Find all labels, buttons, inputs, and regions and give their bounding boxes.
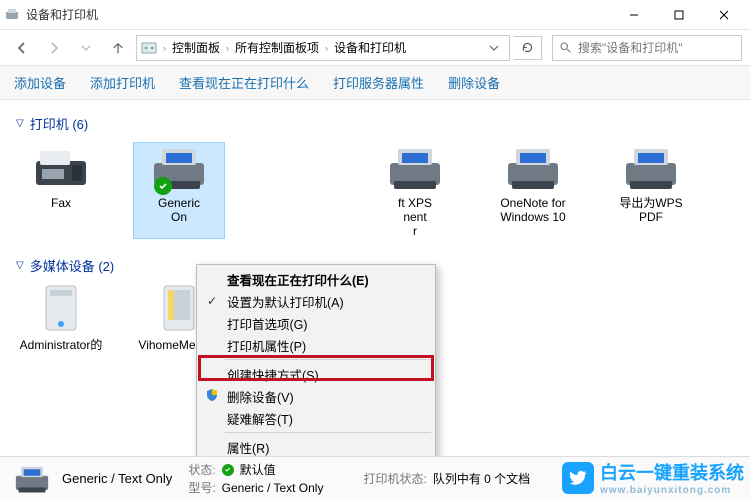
device-onenote[interactable]: OneNote for Windows 10 (488, 143, 578, 238)
chevron-right-icon: › (226, 43, 229, 53)
chevron-right-icon: › (325, 43, 328, 53)
printer-icon (12, 462, 52, 496)
cmd-see-printing[interactable]: 查看现在正在打印什么 (179, 73, 309, 92)
close-button[interactable] (701, 0, 746, 30)
printer-icon (384, 143, 446, 193)
context-menu: 查看现在正在打印什么(E) ✓设置为默认打印机(A) 打印首选项(G) 打印机属… (196, 264, 436, 456)
fax-icon (30, 143, 92, 193)
device-label: ft XPSnentr (398, 197, 432, 238)
address-dropdown[interactable] (483, 36, 505, 60)
status-model-label: 型号: (188, 479, 215, 496)
menu-remove-device[interactable]: 删除设备(V) (199, 385, 433, 407)
section-title: 打印机 (6) (30, 114, 89, 133)
menu-create-shortcut[interactable]: 创建快捷方式(S) (199, 363, 433, 385)
watermark-text: 白云一键重装系统 (600, 463, 744, 483)
chevron-down-icon: ▽ (16, 260, 24, 271)
forward-button[interactable] (40, 34, 68, 62)
address-bar[interactable]: › 控制面板 › 所有控制面板项 › 设备和打印机 (136, 35, 510, 61)
shield-icon (205, 388, 219, 405)
device-label: GenericOn (158, 197, 200, 225)
section-title: 多媒体设备 (2) (30, 256, 115, 275)
watermark: 白云一键重装系统 www.baiyunxitong.com (562, 459, 744, 496)
up-button[interactable] (104, 34, 132, 62)
watermark-sub: www.baiyunxitong.com (600, 485, 744, 496)
default-badge-icon (154, 177, 172, 195)
refresh-button[interactable] (514, 36, 542, 60)
breadcrumb-seg[interactable]: 所有控制面板项 (235, 39, 319, 56)
status-state-label: 状态: (188, 461, 215, 478)
device-label: Administrator的 (20, 339, 103, 353)
section-printers[interactable]: ▽ 打印机 (6) (16, 114, 734, 133)
menu-properties[interactable]: 属性(R) (199, 436, 433, 456)
status-model-value: Generic / Text Only (222, 481, 324, 495)
status-device-name: Generic / Text Only (62, 471, 172, 486)
menu-see-printing[interactable]: 查看现在正在打印什么(E) (199, 268, 433, 290)
menu-troubleshoot[interactable]: 疑难解答(T) (199, 407, 433, 429)
recent-button[interactable] (72, 34, 100, 62)
chevron-down-icon: ▽ (16, 118, 24, 129)
printer-icon (620, 143, 682, 193)
breadcrumb-seg[interactable]: 控制面板 (172, 39, 220, 56)
navbar: › 控制面板 › 所有控制面板项 › 设备和打印机 搜索"设备和打印机" (0, 30, 750, 66)
device-media-server[interactable]: Administrator的 (16, 285, 106, 353)
cmd-add-printer[interactable]: 添加打印机 (90, 73, 155, 92)
cmd-add-device[interactable]: 添加设备 (14, 73, 66, 92)
command-bar: 添加设备 添加打印机 查看现在正在打印什么 打印服务器属性 删除设备 (0, 66, 750, 100)
window-icon (4, 7, 20, 23)
status-state-value: 默认值 (240, 461, 276, 478)
status-queue-value: 队列中有 0 个文档 (433, 470, 530, 487)
check-circle-icon (222, 464, 234, 476)
control-panel-icon (141, 40, 157, 56)
search-box[interactable]: 搜索"设备和打印机" (552, 35, 742, 61)
maximize-button[interactable] (656, 0, 701, 30)
bird-icon (562, 462, 594, 494)
menu-separator (225, 359, 431, 360)
breadcrumb-seg[interactable]: 设备和打印机 (334, 39, 406, 56)
check-icon: ✓ (207, 294, 217, 308)
device-label: Fax (51, 197, 71, 211)
device-label: 导出为WPS PDF (606, 197, 696, 225)
device-fax[interactable]: Fax (16, 143, 106, 238)
window-title: 设备和打印机 (26, 6, 611, 23)
printer-icon (148, 143, 210, 193)
cmd-remove-device[interactable]: 删除设备 (448, 73, 500, 92)
device-xps[interactable]: ft XPSnentr (370, 143, 460, 238)
media-server-icon (30, 285, 92, 335)
search-icon (559, 41, 572, 54)
menu-preferences[interactable]: 打印首选项(G) (199, 312, 433, 334)
menu-separator (225, 432, 431, 433)
content-area: ▽ 打印机 (6) Fax GenericOn ft XPSn (0, 100, 750, 456)
search-placeholder: 搜索"设备和打印机" (578, 39, 683, 56)
printers-grid: Fax GenericOn ft XPSnentr OneNote for (16, 143, 734, 238)
menu-set-default[interactable]: ✓设置为默认打印机(A) (199, 290, 433, 312)
back-button[interactable] (8, 34, 36, 62)
cmd-server-props[interactable]: 打印服务器属性 (333, 73, 424, 92)
printer-icon (502, 143, 564, 193)
device-generic-text-only[interactable]: GenericOn (134, 143, 224, 238)
status-queue-label: 打印机状态: (363, 470, 426, 487)
chevron-right-icon: › (163, 43, 166, 53)
device-label: OneNote for Windows 10 (488, 197, 578, 225)
titlebar: 设备和打印机 (0, 0, 750, 30)
minimize-button[interactable] (611, 0, 656, 30)
menu-printer-properties[interactable]: 打印机属性(P) (199, 334, 433, 356)
device-wps-pdf[interactable]: 导出为WPS PDF (606, 143, 696, 238)
